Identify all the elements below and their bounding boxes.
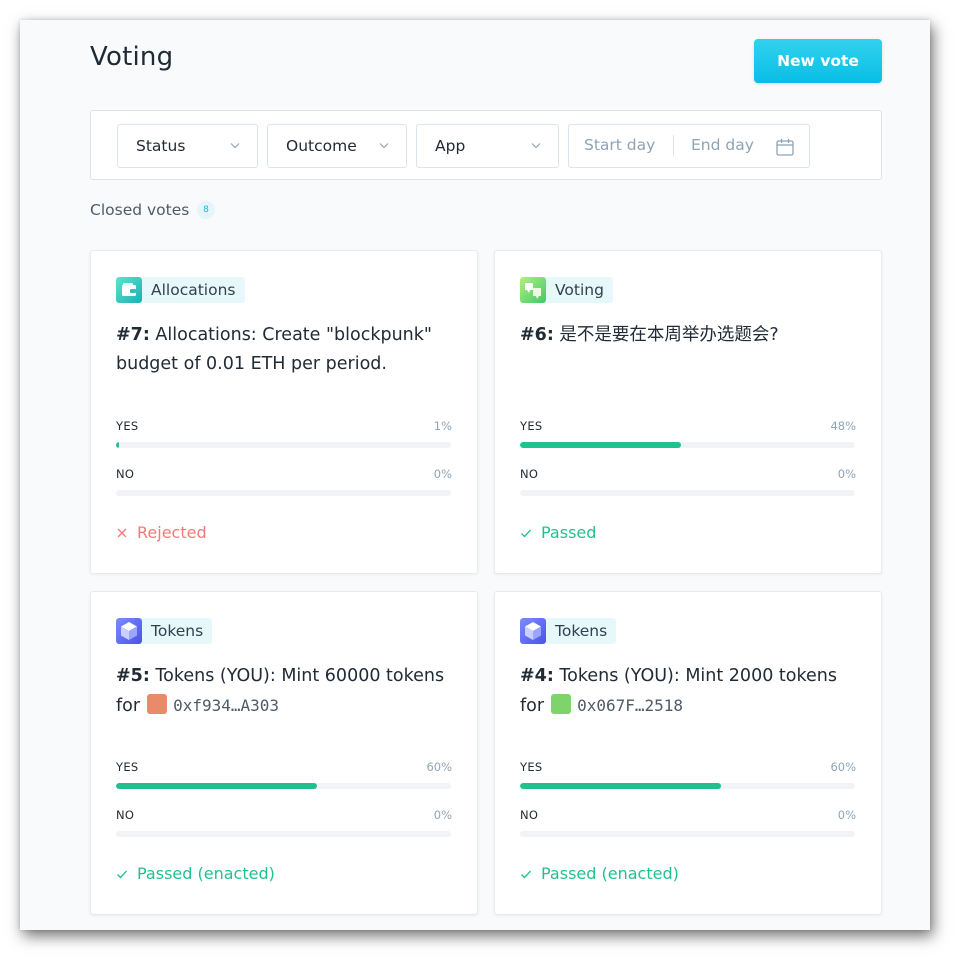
no-bar [520,490,855,496]
new-vote-button[interactable]: New vote [754,39,882,83]
no-percentage: 0% [837,808,856,822]
chevron-down-icon [379,143,389,149]
vote-number: #6: [520,325,554,345]
no-percentage: 0% [433,467,452,481]
yes-bar [116,442,451,448]
vote-number: #5: [116,666,150,686]
app-filter-label: App [435,137,466,155]
yes-percentage: 60% [830,760,856,774]
start-day-field[interactable]: Start day [584,136,655,154]
vote-title: #7: Allocations: Create "blockpunk" budg… [116,321,461,379]
check-icon [521,870,531,878]
voting-hand-icon [520,277,546,303]
vote-title: #6: 是不是要在本周举办选题会? [520,321,865,350]
app-badge-label: Allocations [151,281,236,299]
date-range-divider [673,135,674,157]
closed-votes-heading: Closed votes [90,201,190,219]
outcome-filter-dropdown[interactable]: Outcome [267,124,407,168]
closed-votes-count-badge: 8 [197,201,215,219]
vote-status: Passed (enacted) [520,864,679,883]
yes-label: YES [116,760,139,774]
app-window: Voting New vote Status Outcome App Start… [20,20,930,930]
yes-bar-fill [520,783,721,789]
vote-card-5[interactable]: Tokens #5: Tokens (YOU): Mint 60000 toke… [90,591,478,915]
yes-label: YES [520,760,543,774]
wallet-icon [116,277,142,303]
vote-status-label: Passed [541,523,597,542]
no-percentage: 0% [433,808,452,822]
vote-description: 是不是要在本周举办选题会? [559,325,779,345]
no-label: NO [520,467,539,481]
no-bar [116,831,451,837]
yes-bar-fill [116,442,120,448]
check-icon [117,870,127,878]
page-title: Voting [90,42,174,72]
vote-card-4[interactable]: Tokens #4: Tokens (YOU): Mint 2000 token… [494,591,882,915]
yes-label: YES [520,419,543,433]
no-label: NO [520,808,539,822]
vote-card-6[interactable]: Voting #6: 是不是要在本周举办选题会? YES 48% NO 0% P… [494,250,882,574]
app-badge: Tokens [520,618,617,644]
identicon-avatar [147,694,168,714]
yes-bar [116,783,451,789]
yes-percentage: 1% [433,419,452,433]
yes-bar [520,783,855,789]
status-filter-label: Status [136,137,186,155]
address-badge[interactable]: 0x067F…2518 [577,696,683,715]
vote-title: #4: Tokens (YOU): Mint 2000 tokens for 0x… [520,662,865,721]
outcome-filter-label: Outcome [286,137,357,155]
vote-status: Rejected [116,523,207,542]
no-label: NO [116,808,135,822]
yes-bar-fill [520,442,681,448]
calendar-icon[interactable] [775,137,795,157]
no-label: NO [116,467,135,481]
app-badge-label: Tokens [555,622,608,640]
chevron-down-icon [230,143,240,149]
vote-status-label: Passed (enacted) [137,864,275,883]
no-bar [520,831,855,837]
yes-bar-fill [116,783,317,789]
vote-status-label: Rejected [137,523,207,542]
filter-bar: Status Outcome App Start day End day [90,110,882,180]
cube-icon [520,618,546,644]
vote-title: #5: Tokens (YOU): Mint 60000 tokens for 0… [116,662,461,721]
vote-card-7[interactable]: Allocations #7: Allocations: Create "blo… [90,250,478,574]
no-bar [116,490,451,496]
app-badge-label: Voting [555,281,604,299]
vote-status-label: Passed (enacted) [541,864,679,883]
chevron-down-icon [531,143,541,149]
no-percentage: 0% [837,467,856,481]
check-icon [521,529,531,537]
yes-percentage: 60% [426,760,452,774]
cube-icon [116,618,142,644]
status-filter-dropdown[interactable]: Status [117,124,258,168]
app-filter-dropdown[interactable]: App [416,124,559,168]
app-badge: Allocations [116,277,245,303]
end-day-field[interactable]: End day [691,136,754,154]
vote-description: Allocations: Create "blockpunk" budget o… [116,325,432,374]
yes-bar [520,442,855,448]
vote-number: #4: [520,666,554,686]
app-badge-label: Tokens [151,622,204,640]
yes-label: YES [116,419,139,433]
date-range-picker[interactable]: Start day End day [568,124,810,168]
yes-percentage: 48% [830,419,856,433]
vote-status: Passed (enacted) [116,864,275,883]
address-badge[interactable]: 0xf934…A303 [173,696,279,715]
app-badge: Voting [520,277,613,303]
identicon-avatar [551,694,572,714]
app-badge: Tokens [116,618,213,644]
vote-status: Passed [520,523,596,542]
vote-number: #7: [116,325,150,345]
close-icon [117,528,127,537]
